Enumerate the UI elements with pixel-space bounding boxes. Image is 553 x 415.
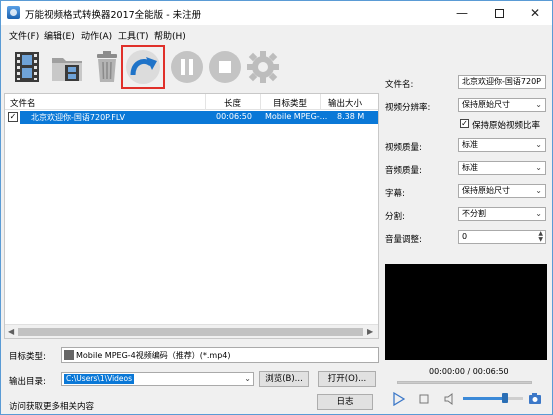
redo-arrow-icon bbox=[126, 50, 160, 84]
add-video-button[interactable] bbox=[9, 49, 45, 85]
menu-action[interactable]: 动作(A) bbox=[81, 29, 112, 42]
volume-value: 0 bbox=[462, 232, 468, 241]
pause-icon bbox=[171, 51, 203, 83]
stop-icon[interactable] bbox=[419, 394, 429, 404]
close-button[interactable]: ✕ bbox=[517, 1, 552, 25]
play-icon[interactable] bbox=[393, 392, 405, 406]
minimize-button[interactable]: — bbox=[444, 1, 480, 25]
split-select[interactable]: 不分割 ⌄ bbox=[458, 207, 546, 221]
stop-button[interactable] bbox=[207, 49, 243, 85]
speaker-icon[interactable] bbox=[444, 392, 456, 406]
video-quality-select[interactable]: 标准 ⌄ bbox=[458, 138, 546, 152]
menu-bar: 文件(F) 编辑(E) 动作(A) 工具(T) 帮助(H) bbox=[1, 27, 552, 43]
target-type-value: Mobile MPEG-4视频编码（推荐）(*.mp4) bbox=[76, 351, 231, 360]
split-label: 分割: bbox=[385, 212, 405, 222]
volume-slider-thumb[interactable] bbox=[502, 393, 508, 403]
video-quality-value: 标准 bbox=[462, 140, 478, 149]
file-list[interactable]: 文件名 长度 目标类型 输出大小 ✓ 北京欢迎你-国语720P.FLV 00:0… bbox=[4, 93, 379, 339]
row-filename: 北京欢迎你-国语720P.FLV bbox=[31, 113, 125, 122]
more-info-link[interactable]: 访问获取更多相关内容 bbox=[9, 400, 94, 412]
keep-ratio-label: 保持原始视频比率 bbox=[472, 121, 541, 131]
open-button[interactable]: 打开(O)... bbox=[318, 371, 376, 387]
split-value: 不分割 bbox=[462, 209, 486, 218]
log-button[interactable]: 日志 bbox=[317, 394, 373, 410]
convert-button[interactable] bbox=[121, 45, 165, 89]
settings-button[interactable] bbox=[245, 49, 281, 85]
spin-arrows-icon[interactable]: ▲ ▼ bbox=[538, 231, 543, 243]
delete-button[interactable] bbox=[89, 49, 125, 85]
col-output-size[interactable]: 输出大小 bbox=[328, 97, 362, 109]
audio-quality-label: 音频质量: bbox=[385, 166, 422, 176]
menu-file[interactable]: 文件(F) bbox=[9, 29, 39, 42]
filename-label: 文件名: bbox=[385, 80, 414, 90]
output-dir-label: 输出目录: bbox=[9, 377, 46, 387]
output-dir-value[interactable]: C:\Users\1\Videos bbox=[64, 374, 135, 384]
seek-bar[interactable] bbox=[397, 381, 532, 384]
target-type-label: 目标类型: bbox=[9, 352, 46, 362]
resolution-select[interactable]: 保持原始尺寸 ⌄ bbox=[458, 98, 546, 112]
chevron-down-icon: ⌄ bbox=[535, 209, 542, 218]
subtitle-select[interactable]: 保持原始尺寸 ⌄ bbox=[458, 184, 546, 198]
pause-button[interactable] bbox=[169, 49, 205, 85]
video-preview bbox=[385, 264, 547, 360]
volume-label: 音量调整: bbox=[385, 235, 422, 245]
resolution-value: 保持原始尺寸 bbox=[462, 100, 510, 109]
table-row[interactable]: ✓ 北京欢迎你-国语720P.FLV 00:06:50 Mobile MPEG-… bbox=[5, 111, 378, 124]
chevron-down-icon: ⌄ bbox=[535, 186, 542, 195]
audio-quality-select[interactable]: 标准 ⌄ bbox=[458, 161, 546, 175]
resolution-label: 视频分辨率: bbox=[385, 103, 431, 113]
close-icon: ✕ bbox=[529, 6, 541, 20]
app-window: 万能视频格式转换器2017全能版 - 未注册 — ✕ 文件(F) 编辑(E) 动… bbox=[0, 0, 553, 415]
title-bar[interactable]: 万能视频格式转换器2017全能版 - 未注册 — ✕ bbox=[1, 1, 552, 25]
filename-field[interactable]: 北京欢迎你-国语720P bbox=[458, 75, 546, 89]
row-checkbox[interactable]: ✓ bbox=[8, 112, 18, 122]
subtitle-label: 字幕: bbox=[385, 189, 405, 199]
col-length[interactable]: 长度 bbox=[224, 97, 241, 109]
row-output-size: 8.38 M bbox=[337, 112, 365, 121]
trash-icon bbox=[97, 51, 117, 82]
chevron-down-icon: ⌄ bbox=[535, 140, 542, 149]
add-folder-button[interactable] bbox=[49, 49, 85, 85]
gear-icon bbox=[247, 51, 279, 83]
row-selection[interactable]: 北京欢迎你-国语720P.FLV 00:06:50 Mobile MPEG-..… bbox=[20, 111, 378, 124]
horizontal-scrollbar[interactable]: ◀ ▶ bbox=[5, 324, 378, 338]
volume-stepper[interactable]: 0 ▲ ▼ bbox=[458, 230, 546, 244]
folder-film-icon bbox=[52, 58, 82, 81]
menu-edit[interactable]: 编辑(E) bbox=[44, 29, 75, 42]
file-list-header: 文件名 长度 目标类型 输出大小 bbox=[5, 94, 378, 110]
browse-button[interactable]: 浏览(B)... bbox=[259, 371, 309, 387]
row-target-type: Mobile MPEG-... bbox=[265, 112, 328, 121]
keep-ratio-checkbox[interactable]: ✓ bbox=[460, 119, 469, 128]
minimize-icon: — bbox=[456, 6, 468, 20]
film-icon bbox=[15, 52, 39, 82]
target-type-selector[interactable]: Mobile MPEG-4视频编码（推荐）(*.mp4) bbox=[61, 347, 379, 363]
menu-tools[interactable]: 工具(T) bbox=[118, 29, 149, 42]
volume-slider[interactable] bbox=[463, 397, 523, 400]
maximize-button[interactable] bbox=[481, 1, 517, 25]
film-icon bbox=[64, 350, 74, 360]
app-logo-icon bbox=[7, 6, 20, 19]
output-dir-combo[interactable]: C:\Users\1\Videos ⌄ bbox=[61, 372, 254, 386]
video-quality-label: 视频质量: bbox=[385, 143, 422, 153]
stop-icon bbox=[209, 51, 241, 83]
window-title: 万能视频格式转换器2017全能版 - 未注册 bbox=[25, 10, 202, 21]
col-filename[interactable]: 文件名 bbox=[10, 97, 36, 109]
menu-help[interactable]: 帮助(H) bbox=[154, 29, 186, 42]
maximize-icon bbox=[494, 8, 504, 18]
audio-quality-value: 标准 bbox=[462, 163, 478, 172]
snapshot-icon[interactable] bbox=[528, 391, 542, 405]
scroll-right-icon[interactable]: ▶ bbox=[367, 327, 373, 336]
chevron-down-icon: ⌄ bbox=[535, 163, 542, 172]
row-length: 00:06:50 bbox=[216, 112, 252, 121]
chevron-down-icon: ⌄ bbox=[535, 100, 542, 109]
subtitle-value: 保持原始尺寸 bbox=[462, 186, 510, 195]
scroll-thumb[interactable] bbox=[18, 328, 363, 336]
chevron-down-icon[interactable]: ⌄ bbox=[244, 374, 251, 383]
time-display: 00:00:00 / 00:06:50 bbox=[429, 367, 509, 376]
col-target-type[interactable]: 目标类型 bbox=[273, 97, 307, 109]
scroll-left-icon[interactable]: ◀ bbox=[8, 327, 14, 336]
